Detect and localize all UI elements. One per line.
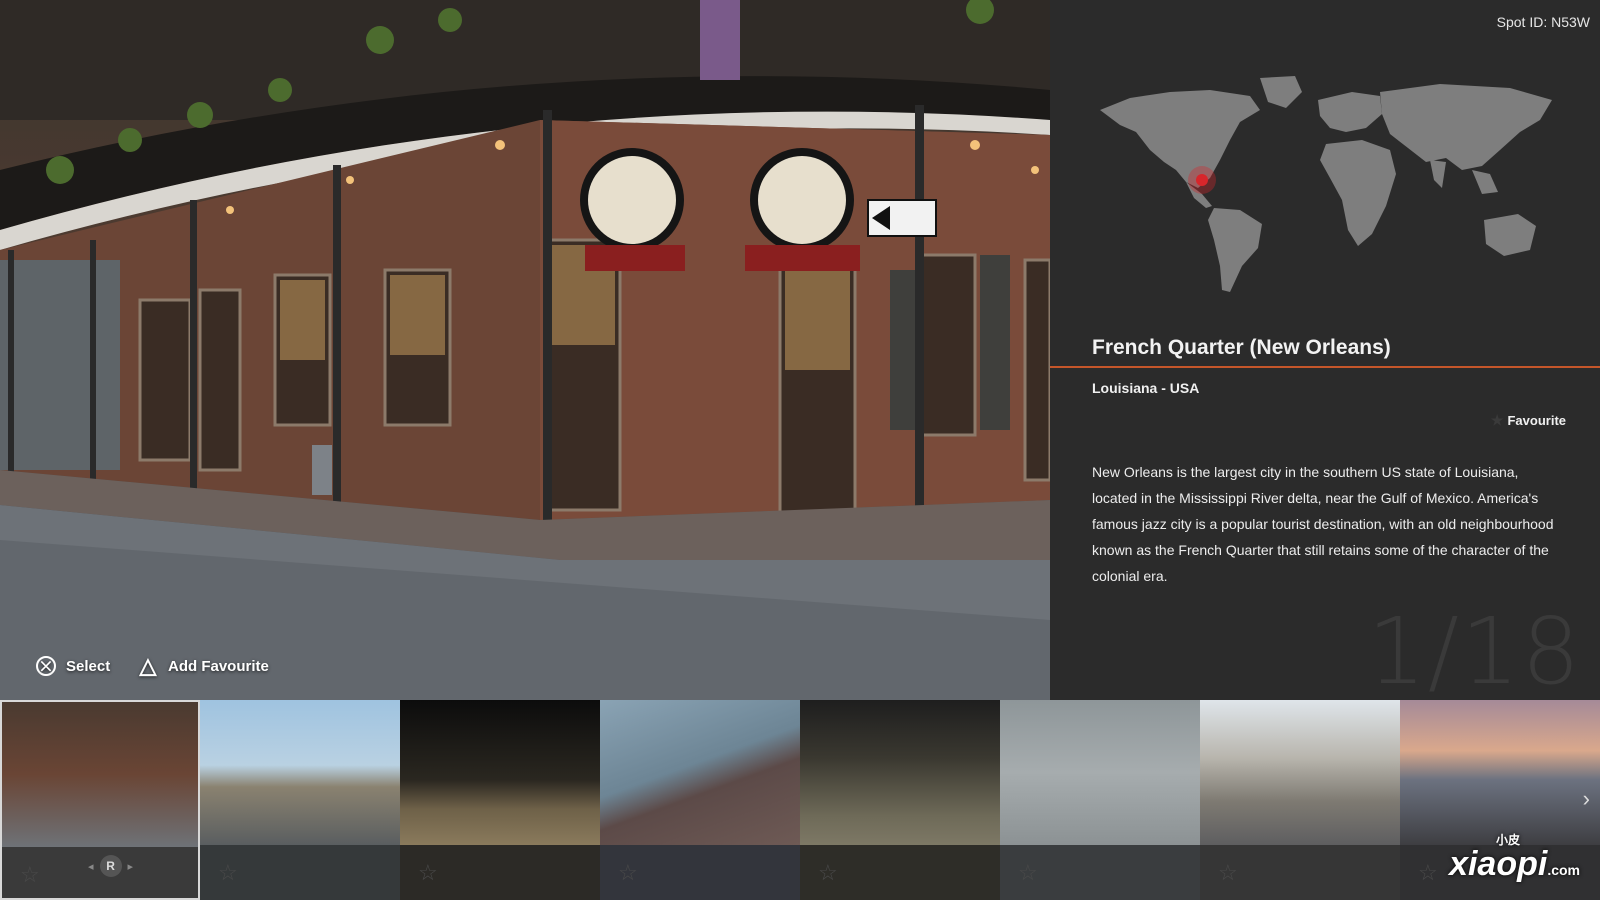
thumbnail-star-icon: ☆ xyxy=(618,860,638,885)
favourite-status: ★ Favourite xyxy=(1491,412,1566,429)
title-divider xyxy=(1050,366,1600,368)
select-hint-label: Select xyxy=(66,657,111,675)
r-button-icon: R xyxy=(99,855,122,877)
r-button-hint[interactable]: ◂ R ▸ xyxy=(88,855,133,877)
spot-id: Spot ID: N53W xyxy=(1496,14,1590,30)
watermark-logo: 小皮 xiaopi.com xyxy=(1449,833,1580,884)
favourite-star-icon: ★ xyxy=(1490,412,1504,428)
watermark-text: xiaopi xyxy=(1449,845,1548,883)
thumbnail-townhouses[interactable]: ☆ xyxy=(1200,700,1400,900)
arrow-left-icon: ◂ xyxy=(88,860,94,873)
street-scene-illustration xyxy=(0,0,1050,700)
watermark-small: 小皮 xyxy=(1495,833,1520,847)
thumbnail-star-icon: ☆ xyxy=(218,860,238,885)
thumbnail-star-icon: ☆ xyxy=(818,860,838,885)
thumbnail-star-icon: ☆ xyxy=(20,862,40,887)
thumbnail-night-plaza[interactable]: ☆ xyxy=(400,700,600,900)
thumbnail-star-icon: ☆ xyxy=(1418,860,1438,885)
thumbnail-industrial-plant[interactable]: ☆ xyxy=(200,700,400,900)
place-title: French Quarter (New Orleans) xyxy=(1092,336,1391,359)
thumbnail-star-icon: ☆ xyxy=(1218,860,1238,885)
place-region: Louisiana - USA xyxy=(1092,380,1200,396)
add-favourite-hint-label: Add Favourite xyxy=(168,657,269,675)
location-photo: ⨉ Select △ Add Favourite xyxy=(0,0,1050,700)
add-favourite-hint[interactable]: △ Add Favourite xyxy=(138,653,269,678)
thumbnail-strip[interactable]: ☆ ☆ ☆ ☆ ☆ ☆ ☆ ☆ xyxy=(0,700,1600,900)
triangle-button-icon: △ xyxy=(139,653,157,678)
select-hint[interactable]: ⨉ Select xyxy=(36,656,110,676)
next-page-chevron-icon[interactable]: › xyxy=(1583,786,1590,812)
thumbnail-star-icon: ☆ xyxy=(418,860,438,885)
thumbnail-concrete-steps[interactable]: ☆ xyxy=(1000,700,1200,900)
thumbnail-riverside-pier[interactable]: ☆ xyxy=(600,700,800,900)
arrow-right-icon: ▸ xyxy=(127,860,134,873)
cross-button-icon: ⨉ xyxy=(36,656,56,676)
place-description: New Orleans is the largest city in the s… xyxy=(1092,464,1554,584)
location-info-panel: Spot ID: N53W French Quarter (New Orlean… xyxy=(1050,0,1600,705)
map-marker-icon xyxy=(1196,174,1208,186)
favourite-label: Favourite xyxy=(1507,413,1566,428)
thumbnail-star-icon: ☆ xyxy=(1018,860,1038,885)
world-map xyxy=(1100,76,1552,292)
thumbnail-arched-warehouse[interactable]: ☆ xyxy=(800,700,1000,900)
location-counter: 1/18 xyxy=(1367,598,1582,705)
watermark-domain: .com xyxy=(1547,862,1580,878)
